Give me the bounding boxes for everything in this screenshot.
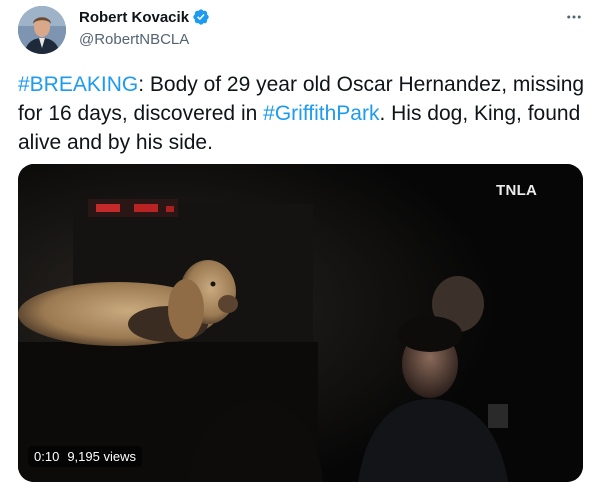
video-time: 0:10 [34,449,60,464]
tweet-card: Robert Kovacik @RobertNBCLA #BREAKING: B… [0,0,597,494]
video-player[interactable]: TNLA 0:10 9,195 views [18,164,583,482]
video-stats-badge: 0:10 9,195 views [28,446,142,467]
tweet-text: #BREAKING: Body of 29 year old Oscar Her… [18,70,588,157]
verified-badge-icon [193,9,209,25]
hashtag-griffithpark[interactable]: #GriffithPark [263,102,379,125]
author-handle[interactable]: @RobertNBCLA [79,31,189,48]
video-frame [18,164,583,482]
video-views: 9,195 views [67,449,136,464]
video-watermark: TNLA [496,182,538,199]
more-options-icon [567,15,581,19]
hashtag-breaking[interactable]: #BREAKING [18,73,138,96]
author-name[interactable]: Robert Kovacik [79,9,189,26]
avatar[interactable] [18,6,66,54]
more-options-button[interactable] [563,6,585,28]
